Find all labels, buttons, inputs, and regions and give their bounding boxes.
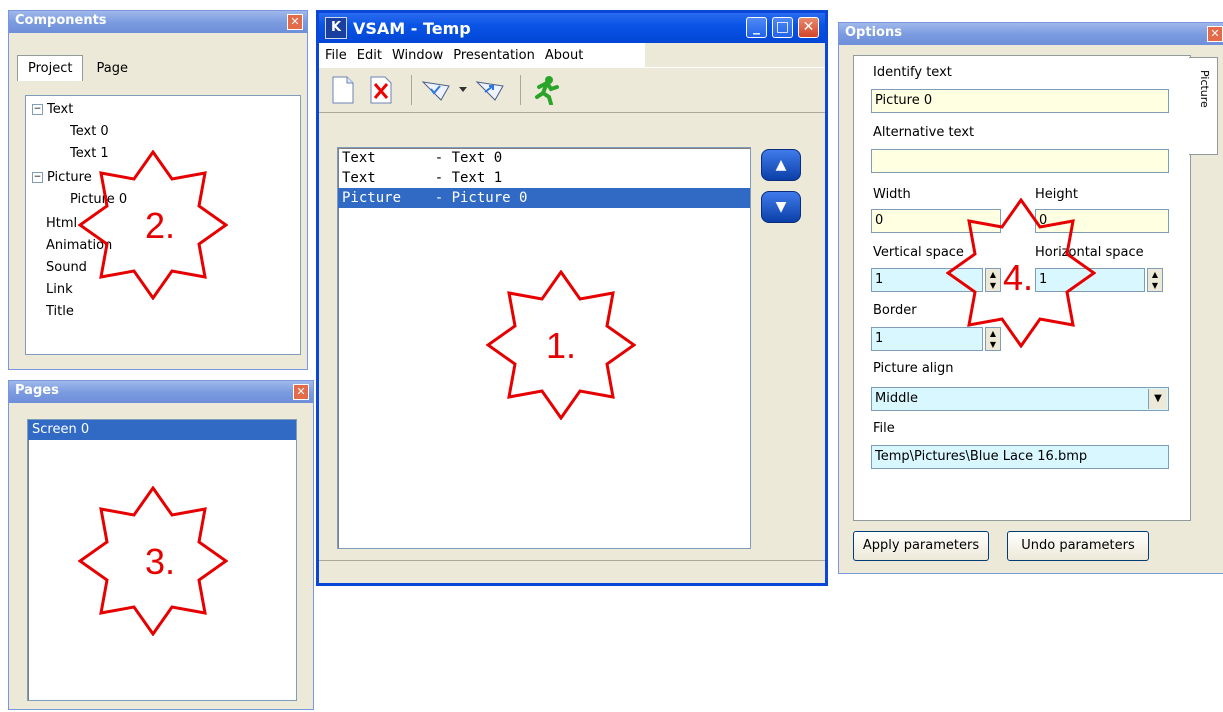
app-logo-icon: K: [325, 17, 347, 39]
chevron-down-icon[interactable]: ▼: [1148, 389, 1167, 409]
list-item[interactable]: Text - Text 0: [338, 148, 750, 168]
toolbar-separator: [520, 75, 521, 105]
side-tab-picture[interactable]: Picture: [1189, 57, 1218, 155]
toolbar-separator: [411, 75, 412, 105]
annotation-label-3: 3.: [145, 541, 175, 582]
menu-bar: File Edit Window Presentation About: [319, 43, 645, 67]
annotation-label-2: 2.: [145, 205, 175, 246]
tree-node-text[interactable]: − Text: [32, 102, 73, 117]
main-titlebar[interactable]: K VSAM - Temp _ □ ✕: [319, 13, 825, 43]
undo-parameters-button[interactable]: Undo parameters: [1007, 531, 1149, 561]
delete-icon[interactable]: [365, 74, 397, 106]
side-tab-label: Picture: [1198, 70, 1211, 108]
annotation-star-2: 2.: [78, 150, 228, 300]
identify-label: Identify text: [873, 65, 952, 80]
menu-window[interactable]: Window: [392, 48, 443, 63]
annotation-star-4: 4.: [946, 198, 1096, 348]
close-icon[interactable]: ✕: [1207, 26, 1223, 42]
apply-parameters-button[interactable]: Apply parameters: [853, 531, 989, 561]
move-up-button[interactable]: ▲: [761, 149, 801, 181]
annotation-label-1: 1.: [546, 325, 576, 366]
close-icon[interactable]: ✕: [287, 14, 303, 30]
picture-align-value: Middle: [875, 391, 918, 406]
minimize-icon[interactable]: _: [746, 17, 767, 38]
menu-about[interactable]: About: [545, 48, 583, 63]
tree-node-html[interactable]: Html: [46, 216, 77, 231]
file-label: File: [873, 421, 895, 436]
dropdown-arrow-icon[interactable]: [458, 74, 468, 106]
menu-file[interactable]: File: [325, 48, 347, 63]
components-titlebar[interactable]: Components ✕: [9, 11, 307, 33]
pages-title: Pages: [15, 383, 59, 398]
tab-project[interactable]: Project: [17, 55, 84, 81]
alt-text-label: Alternative text: [873, 125, 975, 140]
check-in-icon[interactable]: [420, 74, 452, 106]
tree-node-title[interactable]: Title: [46, 304, 74, 319]
annotation-star-1: 1.: [486, 270, 636, 420]
list-item[interactable]: Screen 0: [28, 420, 296, 440]
toolbar: [319, 67, 825, 113]
move-down-button[interactable]: ▼: [761, 191, 801, 223]
run-icon[interactable]: [529, 74, 561, 106]
identify-field[interactable]: Picture 0: [871, 89, 1169, 113]
components-title: Components: [15, 13, 107, 28]
hspace-stepper[interactable]: ▲ ▼: [1147, 268, 1163, 292]
tree-node-text-0[interactable]: Text 0: [70, 124, 109, 139]
list-item[interactable]: Text - Text 1: [338, 168, 750, 188]
collapse-icon[interactable]: −: [32, 172, 43, 183]
options-title: Options: [845, 25, 902, 40]
check-out-icon[interactable]: [474, 74, 506, 106]
alt-text-field[interactable]: [871, 149, 1169, 173]
width-label: Width: [873, 187, 911, 202]
border-label: Border: [873, 303, 917, 318]
status-bar: [319, 560, 825, 583]
menu-edit[interactable]: Edit: [357, 48, 382, 63]
annotation-label-4: 4.: [1003, 257, 1033, 298]
close-icon[interactable]: ✕: [293, 384, 309, 400]
list-item[interactable]: Picture - Picture 0: [338, 188, 750, 208]
collapse-icon[interactable]: −: [32, 104, 43, 115]
options-titlebar[interactable]: Options ✕: [839, 23, 1223, 45]
tree-node-link[interactable]: Link: [46, 282, 73, 297]
menu-presentation[interactable]: Presentation: [453, 48, 535, 63]
components-tabbar: Project Page: [17, 55, 141, 81]
pages-titlebar[interactable]: Pages ✕: [9, 381, 313, 403]
picture-align-select[interactable]: Middle ▼: [871, 387, 1169, 411]
file-field[interactable]: Temp\Pictures\Blue Lace 16.bmp: [871, 445, 1169, 469]
maximize-icon[interactable]: □: [772, 17, 793, 38]
new-document-icon[interactable]: [327, 74, 359, 106]
annotation-star-3: 3.: [78, 486, 228, 636]
main-title: VSAM - Temp: [353, 18, 471, 38]
close-icon[interactable]: ✕: [798, 17, 819, 38]
picture-align-label: Picture align: [873, 361, 954, 376]
tab-page[interactable]: Page: [85, 55, 139, 81]
